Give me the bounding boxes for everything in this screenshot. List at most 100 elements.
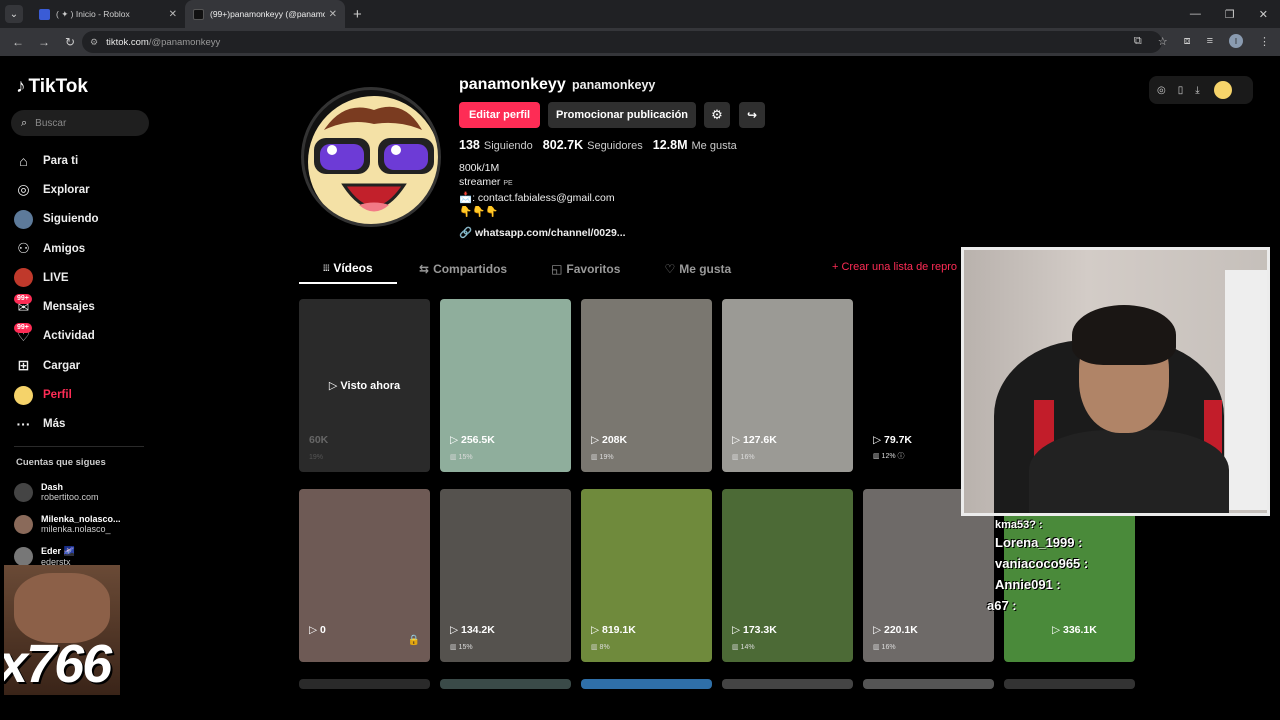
promote-post-button[interactable]: Promocionar publicación <box>548 102 696 128</box>
browser-tab-roblox[interactable]: ( ✦ ) Inicio - Roblox ✕ <box>31 0 185 28</box>
friends-icon: ⚇ <box>17 240 30 257</box>
tab-videos[interactable]: ⦙⦙⦙ Vídeos <box>299 254 397 284</box>
sidebar-item-label: LIVE <box>43 271 69 284</box>
bio-flag: PE <box>503 180 513 187</box>
tab-label: Vídeos <box>333 261 373 275</box>
video-views: ▷ 173.3K <box>732 624 777 636</box>
video-percent: ▥ 8% <box>591 644 610 651</box>
following-item[interactable]: Milenka_nolasco... milenka.nolasco_ <box>14 508 121 540</box>
stat-label: Me gusta <box>691 140 737 152</box>
new-tab-button[interactable]: + <box>353 6 362 23</box>
tab-close-icon[interactable]: ✕ <box>329 9 337 20</box>
sidebar-item-live[interactable]: ● LIVE <box>14 263 99 292</box>
sidebar-item-label: Para ti <box>43 154 79 167</box>
close-window-icon[interactable]: ✕ <box>1259 8 1268 21</box>
repost-icon: ⇆ <box>419 262 430 276</box>
video-card-partial[interactable] <box>863 679 994 689</box>
video-card[interactable]: ▷ Visto ahora 60K 19% <box>299 299 430 472</box>
avatar <box>14 546 33 566</box>
tiktok-logo[interactable]: ♪ TikTok <box>16 76 88 98</box>
browser-tab-tiktok[interactable]: (99+)panamonkeyy (@panamo... ✕ <box>185 0 345 28</box>
browser-toolbar: ← → ↻ ⚙ tiktok.com/@panamonkeyy ⧉ ☆ ⧈ ≡ … <box>0 28 1280 56</box>
video-card[interactable]: ▷ 819.1K ▥ 8% <box>581 489 712 662</box>
create-playlist-button[interactable]: + Crear una lista de repro <box>832 261 957 273</box>
sidebar-item-cargar[interactable]: ⊞ Cargar <box>14 351 99 380</box>
sidebar-item-label: Amigos <box>43 242 86 255</box>
sidebar-divider <box>14 446 144 447</box>
sidebar-item-siguiendo[interactable]: ● Siguiendo <box>14 205 99 234</box>
minimize-icon[interactable]: — <box>1190 8 1201 21</box>
site-info-icon[interactable]: ⚙ <box>90 37 98 48</box>
sidebar-item-perfil[interactable]: ● Perfil <box>14 380 99 409</box>
profile-avatar-large[interactable] <box>301 87 441 227</box>
tab-favorites[interactable]: ◱ Favoritos <box>551 254 620 284</box>
extensions-icon[interactable]: ⧈ <box>1184 35 1191 48</box>
profile-avatar[interactable]: I <box>1229 34 1243 48</box>
back-icon[interactable]: ← <box>10 35 26 49</box>
video-card-partial[interactable] <box>440 679 571 689</box>
profile-link[interactable]: 🔗 whatsapp.com/channel/0029... <box>459 226 626 239</box>
stat-followers[interactable]: 802.7K Seguidores <box>543 138 643 152</box>
activity-badge: 99+ <box>14 322 32 333</box>
settings-button[interactable]: ⚙ <box>704 102 730 128</box>
tab-shared[interactable]: ⇆ Compartidos <box>419 254 507 284</box>
video-percent: ▥ 19% <box>591 454 614 461</box>
maximize-icon[interactable]: ❐ <box>1225 8 1235 21</box>
webcam-shelf <box>1225 270 1267 510</box>
video-card[interactable]: ▷ 0 🔒 <box>299 489 430 662</box>
video-card-partial[interactable] <box>299 679 430 689</box>
stat-following[interactable]: 138 Siguiendo <box>459 138 533 152</box>
bio-text: streamer <box>459 176 501 188</box>
video-card[interactable]: ▷ 134.2K ▥ 15% <box>440 489 571 662</box>
user-avatar[interactable] <box>1213 81 1232 99</box>
video-card[interactable]: ▷ 127.6K ▥ 16% <box>722 299 853 472</box>
messages-icon: ✉ 99+ <box>14 293 33 317</box>
video-card-partial[interactable] <box>1004 679 1135 689</box>
avatar <box>14 482 33 502</box>
download-icon[interactable]: ⤓ <box>1195 85 1199 96</box>
bio-line: 800k/1M <box>459 162 500 174</box>
sidebar-item-explorar[interactable]: ◎ Explorar <box>14 175 99 204</box>
video-card-partial[interactable] <box>722 679 853 689</box>
tab-liked[interactable]: ♡ Me gusta <box>664 254 731 284</box>
video-card-partial[interactable] <box>581 679 712 689</box>
edit-profile-button[interactable]: Editar perfil <box>459 102 540 128</box>
chat-line: kma53? : <box>995 519 1043 531</box>
video-card[interactable]: ▷ 256.5K ▥ 15% <box>440 299 571 472</box>
video-views: ▷ 819.1K <box>591 624 636 636</box>
reload-icon[interactable]: ↻ <box>62 35 78 49</box>
sidebar-item-mas[interactable]: ··· Más <box>14 410 99 439</box>
bio-line: streamer PE <box>459 175 615 191</box>
window-controls: — ❐ ✕ <box>1190 8 1268 21</box>
video-views: ▷ 0 <box>309 624 326 636</box>
sidebar-item-mensajes[interactable]: ✉ 99+ Mensajes <box>14 292 99 321</box>
toolbar-actions: ⧉ ☆ ⧈ ≡ I ⋮ <box>1134 34 1270 48</box>
video-card[interactable]: ▷ 208K ▥ 19% <box>581 299 712 472</box>
chat-line: Lorena_1999 : <box>995 535 1083 550</box>
sidebar-menu: ⌂ Para ti ◎ Explorar ● Siguiendo ⚇ Amigos ● L… <box>14 146 99 439</box>
video-percent: ▥ 16% <box>732 454 755 461</box>
share-profile-button[interactable]: ↪ <box>739 102 765 128</box>
menu-dots-icon[interactable]: ⋮ <box>1259 35 1270 48</box>
tab-label: Favoritos <box>566 262 621 276</box>
stream-emote-overlay: x766 <box>4 565 120 695</box>
following-item[interactable]: Dash robertitoo.com <box>14 476 121 508</box>
link-text: whatsapp.com/channel/0029... <box>475 227 626 239</box>
device-icon[interactable]: ▯ <box>1178 85 1184 96</box>
coins-icon[interactable]: ◎ <box>1157 85 1166 96</box>
live-avatar-icon: ● <box>14 268 33 288</box>
tab-close-icon[interactable]: ✕ <box>169 9 177 20</box>
media-icon[interactable]: ≡ <box>1207 35 1213 47</box>
video-card[interactable]: ▷ 173.3K ▥ 14% <box>722 489 853 662</box>
sidebar-item-actividad[interactable]: ♡ 99+ Actividad <box>14 322 99 351</box>
stat-label: Seguidores <box>587 140 643 152</box>
search-input[interactable]: ⌕ Buscar <box>11 110 149 136</box>
forward-icon[interactable]: → <box>36 35 52 49</box>
address-bar[interactable]: ⚙ tiktok.com/@panamonkeyy <box>82 31 1162 53</box>
cast-icon[interactable]: ⧉ <box>1134 35 1142 48</box>
tab-search-button[interactable]: ⌄ <box>5 5 23 23</box>
sidebar-item-amigos[interactable]: ⚇ Amigos <box>14 234 99 263</box>
sidebar-item-para-ti[interactable]: ⌂ Para ti <box>14 146 99 175</box>
video-views: ▷ 220.1K <box>873 624 918 636</box>
bookmark-star-icon[interactable]: ☆ <box>1158 35 1168 48</box>
